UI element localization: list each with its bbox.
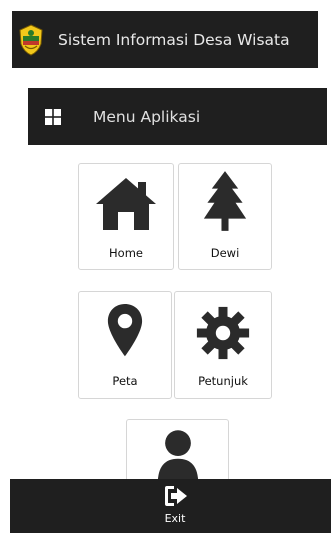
gear-icon	[196, 306, 250, 360]
menu-title: Menu Aplikasi	[93, 107, 201, 126]
peta-tile[interactable]: Peta	[78, 291, 172, 399]
menu-header: Menu Aplikasi	[28, 88, 327, 145]
user-icon	[157, 430, 198, 484]
home-label: Home	[109, 246, 143, 260]
dewi-label: Dewi	[210, 246, 240, 260]
bottom-bar: Exit	[10, 479, 331, 533]
exit-button[interactable]: Exit	[140, 479, 210, 533]
windows-icon	[45, 108, 61, 125]
petunjuk-tile[interactable]: Petunjuk	[174, 291, 272, 399]
exit-label: Exit	[164, 512, 186, 525]
peta-label: Peta	[112, 374, 138, 388]
dewi-tile[interactable]: Dewi	[178, 163, 272, 270]
petunjuk-label: Petunjuk	[198, 374, 248, 388]
sign-out-icon	[165, 486, 187, 506]
home-icon	[96, 178, 156, 230]
app-title: Sistem Informasi Desa Wisata	[58, 30, 290, 49]
app-header: Sistem Informasi Desa Wisata	[12, 11, 318, 68]
map-marker-icon	[107, 304, 143, 357]
pine-tree-icon	[203, 171, 247, 231]
home-tile[interactable]: Home	[78, 163, 174, 270]
regency-emblem-icon	[19, 23, 43, 56]
